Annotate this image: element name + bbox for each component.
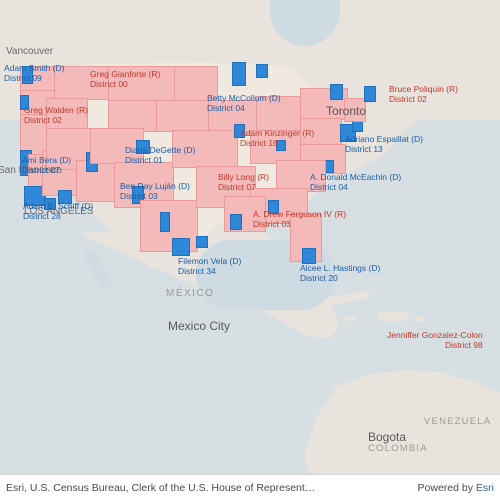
district-polygon[interactable] bbox=[196, 236, 208, 248]
country-label-venezuela: VENEZUELA bbox=[424, 416, 492, 427]
puerto-rico-landmass bbox=[414, 316, 425, 322]
greenland-landmass bbox=[452, 0, 500, 30]
city-label-mexico-city: Mexico City bbox=[168, 319, 231, 333]
map-canvas[interactable]: Vancouver Toronto San Francisco LOS ANGE… bbox=[0, 0, 500, 500]
district-polygon[interactable] bbox=[302, 248, 316, 264]
district-polygon[interactable] bbox=[20, 95, 29, 110]
district-polygon[interactable] bbox=[256, 64, 268, 78]
city-label-bogota: Bogota bbox=[368, 430, 407, 444]
powered-by: Powered by Esri bbox=[410, 482, 494, 494]
city-label-toronto: Toronto bbox=[326, 104, 367, 118]
district-polygon[interactable] bbox=[58, 190, 72, 204]
country-label-mexico: MÉXICO bbox=[166, 288, 215, 299]
country-label-colombia: COLOMBIA bbox=[368, 443, 428, 454]
jamaica-landmass bbox=[344, 316, 356, 321]
esri-link[interactable]: Esri bbox=[476, 482, 494, 494]
district-polygon[interactable] bbox=[46, 98, 88, 132]
district-polygon[interactable] bbox=[172, 238, 190, 256]
district-polygon[interactable] bbox=[136, 140, 150, 154]
attribution-bar: Esri, U.S. Census Bureau, Clerk of the U… bbox=[0, 474, 500, 500]
city-label-vancouver: Vancouver bbox=[6, 46, 54, 57]
district-polygon[interactable] bbox=[174, 66, 218, 102]
district-polygon[interactable] bbox=[108, 66, 176, 102]
district-polygon[interactable] bbox=[256, 96, 302, 132]
district-polygon[interactable] bbox=[230, 214, 242, 230]
district-polygon[interactable] bbox=[234, 124, 245, 138]
district-polygon[interactable] bbox=[156, 100, 210, 132]
attribution-text: Esri, U.S. Census Bureau, Clerk of the U… bbox=[6, 481, 316, 494]
city-label-los-angeles: LOS ANGELES bbox=[24, 206, 94, 217]
district-polygon[interactable] bbox=[54, 66, 110, 100]
city-label-san-francisco: San Francisco bbox=[0, 165, 62, 176]
district-polygon[interactable] bbox=[160, 212, 170, 232]
district-polygon[interactable] bbox=[364, 86, 376, 102]
district-polygon[interactable] bbox=[268, 200, 279, 214]
district-polygon[interactable] bbox=[232, 62, 246, 86]
district-polygon[interactable] bbox=[22, 66, 33, 84]
hispaniola-landmass bbox=[378, 312, 408, 321]
powered-by-prefix: Powered by bbox=[417, 481, 476, 494]
district-polygon[interactable] bbox=[300, 118, 342, 146]
district-polygon[interactable] bbox=[172, 130, 238, 168]
district-polygon[interactable] bbox=[330, 84, 343, 100]
district-polygon[interactable] bbox=[276, 140, 286, 151]
